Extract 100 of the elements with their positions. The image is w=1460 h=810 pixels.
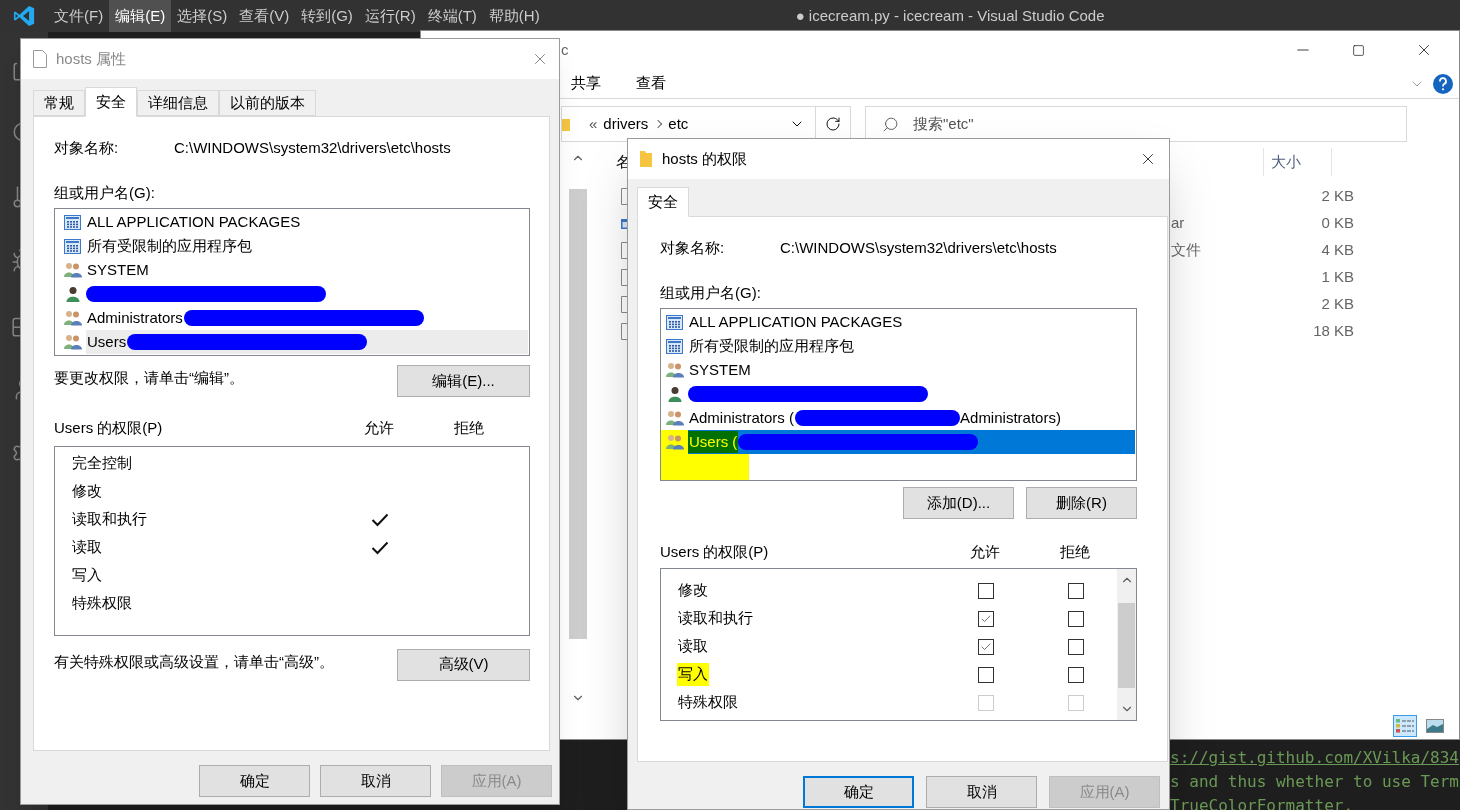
group-list-item[interactable]: 所有受限制的应用程序包 <box>86 234 528 258</box>
permissions-label: Users 的权限(P) <box>660 542 770 562</box>
permission-label: 特殊权限 <box>677 692 739 713</box>
scrollbar[interactable] <box>1117 568 1136 720</box>
dialog-button[interactable]: 取消 <box>926 776 1037 808</box>
permission-label: 写入 <box>71 565 103 586</box>
dialog-button[interactable]: 取消 <box>320 765 431 797</box>
window-title: c <box>561 39 569 60</box>
hint-text: 有关特殊权限或高级设置，请单击“高级”。 <box>54 651 335 672</box>
dialog-button[interactable]: 确定 <box>199 765 310 797</box>
checkbox[interactable] <box>978 582 994 599</box>
checkbox[interactable] <box>978 610 994 627</box>
group-list-item[interactable]: ALL APPLICATION PACKAGES <box>86 210 528 234</box>
column-header[interactable]: 大小 <box>1271 150 1331 174</box>
group-list-item[interactable]: ALL APPLICATION PACKAGES <box>688 310 1135 334</box>
permission-label: 特殊权限 <box>71 593 133 614</box>
checkbox[interactable] <box>1068 666 1084 683</box>
menu-item[interactable]: 终端(T) <box>421 0 483 32</box>
tab[interactable]: 以前的版本 <box>219 90 316 116</box>
details-view-button[interactable] <box>1393 715 1417 737</box>
document-icon <box>33 50 47 68</box>
user-icon <box>667 386 682 402</box>
hint-text: 要更改权限，请单击“编辑”。 <box>54 368 245 388</box>
tab[interactable]: 详细信息 <box>137 90 219 116</box>
checkbox[interactable] <box>1068 638 1084 655</box>
column-header: 允许 <box>363 418 395 438</box>
dialog-button[interactable]: 编辑(E)... <box>397 365 530 397</box>
permission-label: 修改 <box>71 481 103 502</box>
menu-item[interactable]: 转到(G) <box>295 0 359 32</box>
window-title: hosts 属性 <box>56 48 127 69</box>
ribbon-tab[interactable]: 共享 <box>571 72 601 95</box>
tab[interactable]: 安全 <box>637 187 689 217</box>
package-icon <box>64 214 81 230</box>
ribbon-tab[interactable]: 查看 <box>636 72 666 95</box>
group-list-item[interactable]: SYSTEM <box>688 358 1135 382</box>
table-cell: 文件 <box>1171 241 1201 259</box>
table-cell-text: 4 KB <box>1320 240 1354 261</box>
group-list-item[interactable]: Users <box>86 330 528 354</box>
permission-label: 读取 <box>71 537 103 558</box>
users-icon <box>63 334 82 350</box>
checkbox[interactable] <box>1068 610 1084 627</box>
permission-label: 写入 <box>677 663 709 686</box>
menu-item[interactable]: 运行(R) <box>358 0 422 32</box>
permission-label: 读取 <box>677 636 709 657</box>
object-name-label: 对象名称: <box>54 138 120 158</box>
users-icon <box>63 262 82 278</box>
dialog-button[interactable]: 确定 <box>803 776 914 808</box>
checkbox[interactable] <box>978 638 994 655</box>
checkbox[interactable] <box>978 666 994 683</box>
group-list-item[interactable]: Administrators ( Administrators) <box>688 406 1135 430</box>
package-icon <box>666 314 683 330</box>
group-list-item[interactable]: Administrators <box>86 306 528 330</box>
groups-label: 组或用户名(G): <box>660 282 762 303</box>
permissions-label: Users 的权限(P) <box>54 418 164 438</box>
checkbox[interactable] <box>1068 582 1084 599</box>
column-header: 拒绝 <box>1059 542 1091 562</box>
column-header: 允许 <box>969 542 1001 562</box>
users-icon <box>63 310 82 326</box>
user-icon <box>65 286 80 302</box>
code-comment: s and thus whether to use Term <box>1170 771 1459 793</box>
folder-icon <box>640 150 652 168</box>
permission-label: 读取和执行 <box>71 509 148 530</box>
maximize-icon[interactable] <box>1352 43 1365 57</box>
package-icon <box>666 338 683 354</box>
permission-label: 完全控制 <box>71 453 133 474</box>
dialog-button[interactable]: 添加(D)... <box>903 487 1014 519</box>
dialog-button[interactable]: 删除(R) <box>1026 487 1137 519</box>
table-cell-text: 18 KB <box>1312 321 1354 342</box>
group-list-item[interactable]: Users ( <box>688 430 1135 454</box>
window-title: ● icecream.py - icecream - Visual Studio Code <box>795 5 1105 26</box>
menu-item[interactable]: 文件(F) <box>48 0 110 32</box>
tab[interactable]: 常规 <box>33 90 85 116</box>
tab[interactable]: 安全 <box>85 87 137 117</box>
help-icon[interactable] <box>1433 73 1453 94</box>
table-cell-text: 1 KB <box>1320 267 1354 288</box>
column-header: 拒绝 <box>453 418 485 438</box>
users-icon <box>665 434 684 450</box>
groups-label: 组或用户名(G): <box>54 182 156 203</box>
group-list-item[interactable]: 所有受限制的应用程序包 <box>688 334 1135 358</box>
object-path: C:\WINDOWS\system32\drivers\etc\hosts <box>780 238 1057 258</box>
permission-label: 读取和执行 <box>677 608 754 629</box>
menu-item[interactable]: 帮助(H) <box>482 0 546 32</box>
code-link[interactable]: s://gist.github.com/XVilka/834 <box>1170 746 1459 770</box>
object-name-label: 对象名称: <box>660 238 726 258</box>
group-list-item[interactable]: SYSTEM <box>86 258 528 282</box>
table-cell-text: 2 KB <box>1320 294 1354 315</box>
package-icon <box>64 238 81 254</box>
window-title: hosts 的权限 <box>662 148 748 169</box>
object-path: C:\WINDOWS\system32\drivers\etc\hosts <box>174 138 451 158</box>
search-icon <box>882 115 899 133</box>
menu-item[interactable]: 选择(S) <box>171 0 234 32</box>
users-icon <box>665 362 684 378</box>
menu-item[interactable]: 编辑(E) <box>109 0 172 32</box>
users-icon <box>665 410 684 426</box>
app-logo-icon <box>13 5 35 27</box>
refresh-icon[interactable] <box>825 116 841 132</box>
table-cell-text: 2 KB <box>1320 186 1354 207</box>
dialog-button[interactable]: 高级(V) <box>397 648 530 681</box>
menu-item[interactable]: 查看(V) <box>233 0 296 32</box>
table-cell-text: 0 KB <box>1320 213 1354 234</box>
